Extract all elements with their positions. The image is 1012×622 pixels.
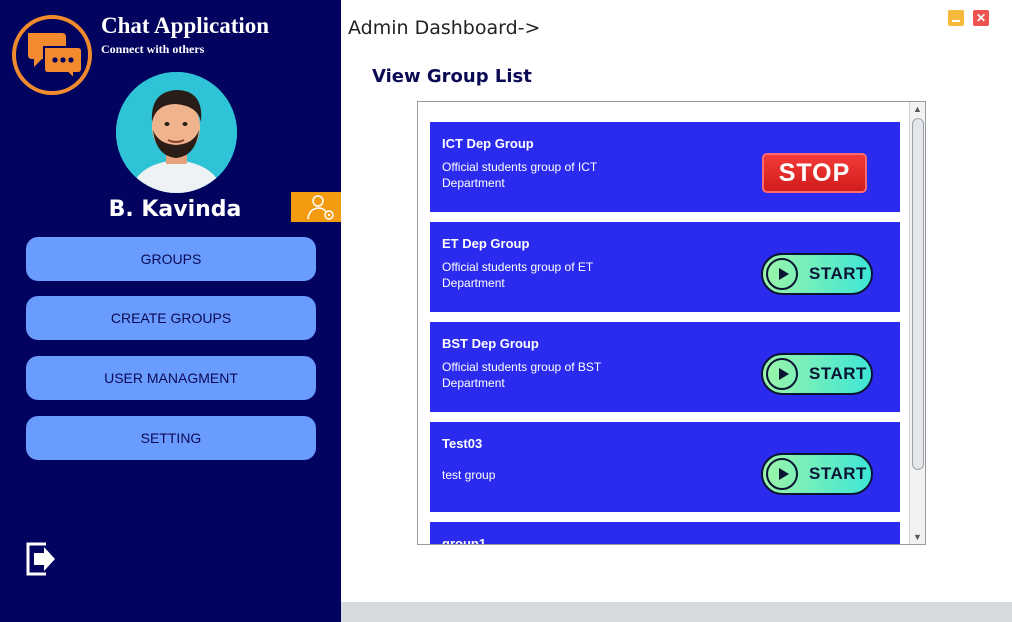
section-title: View Group List [372, 66, 532, 87]
user-avatar-icon [116, 72, 237, 193]
app-subtitle: Connect with others [101, 42, 205, 56]
start-button[interactable]: START [761, 353, 873, 395]
admin-user-gear-icon [307, 195, 334, 220]
nav-setting-button[interactable]: SETTING [26, 416, 316, 460]
group-card: Test03 test group START [430, 422, 900, 512]
app-logo [12, 15, 92, 95]
nav-create-groups-button[interactable]: CREATE GROUPS [26, 296, 316, 340]
page-title: Admin Dashboard-> [348, 17, 541, 39]
scroll-thumb[interactable] [912, 118, 924, 470]
user-name: B. Kavinda [108, 197, 242, 222]
group-description: Official students group of ET Department [442, 260, 593, 290]
app-title: Chat Application [101, 13, 270, 38]
group-name: ICT Dep Group [442, 136, 534, 151]
nav-user-management-button[interactable]: USER MANAGMENT [26, 356, 316, 400]
group-name: BST Dep Group [442, 336, 539, 351]
status-bar [341, 602, 1012, 622]
avatar [116, 72, 237, 193]
nav-groups-button[interactable]: GROUPS [26, 237, 316, 281]
sidebar: Chat Application Connect with others B. … [0, 0, 341, 622]
group-description: Official students group of BST Departmen… [442, 360, 601, 390]
group-name: group1 [442, 536, 487, 545]
logout-button[interactable] [24, 540, 58, 578]
group-name: ET Dep Group [442, 236, 530, 251]
scroll-down-icon[interactable]: ▼ [910, 530, 925, 544]
play-icon [766, 358, 798, 390]
group-description: test group [442, 468, 496, 482]
group-list[interactable]: ICT Dep Group Official students group of… [417, 101, 926, 545]
close-button[interactable]: ✕ [973, 10, 989, 26]
scrollbar[interactable]: ▲ ▼ [909, 102, 925, 544]
start-label: START [809, 364, 867, 383]
start-label: START [809, 464, 867, 483]
group-description: Official students group of ICT Departmen… [442, 160, 597, 190]
stop-button[interactable]: STOP [762, 153, 867, 193]
play-icon [766, 258, 798, 290]
group-card: ICT Dep Group Official students group of… [430, 122, 900, 212]
start-label: START [809, 264, 867, 283]
minimize-button[interactable] [948, 10, 964, 26]
start-button[interactable]: START [761, 453, 873, 495]
scroll-up-icon[interactable]: ▲ [910, 102, 925, 116]
start-button[interactable]: START [761, 253, 873, 295]
group-card: ET Dep Group Official students group of … [430, 222, 900, 312]
group-card: group1 [430, 522, 900, 545]
logout-icon [26, 542, 55, 576]
admin-badge[interactable] [291, 192, 341, 222]
group-name: Test03 [442, 436, 483, 451]
group-card: BST Dep Group Official students group of… [430, 322, 900, 412]
chat-bubbles-icon [28, 33, 83, 81]
play-icon [766, 458, 798, 490]
